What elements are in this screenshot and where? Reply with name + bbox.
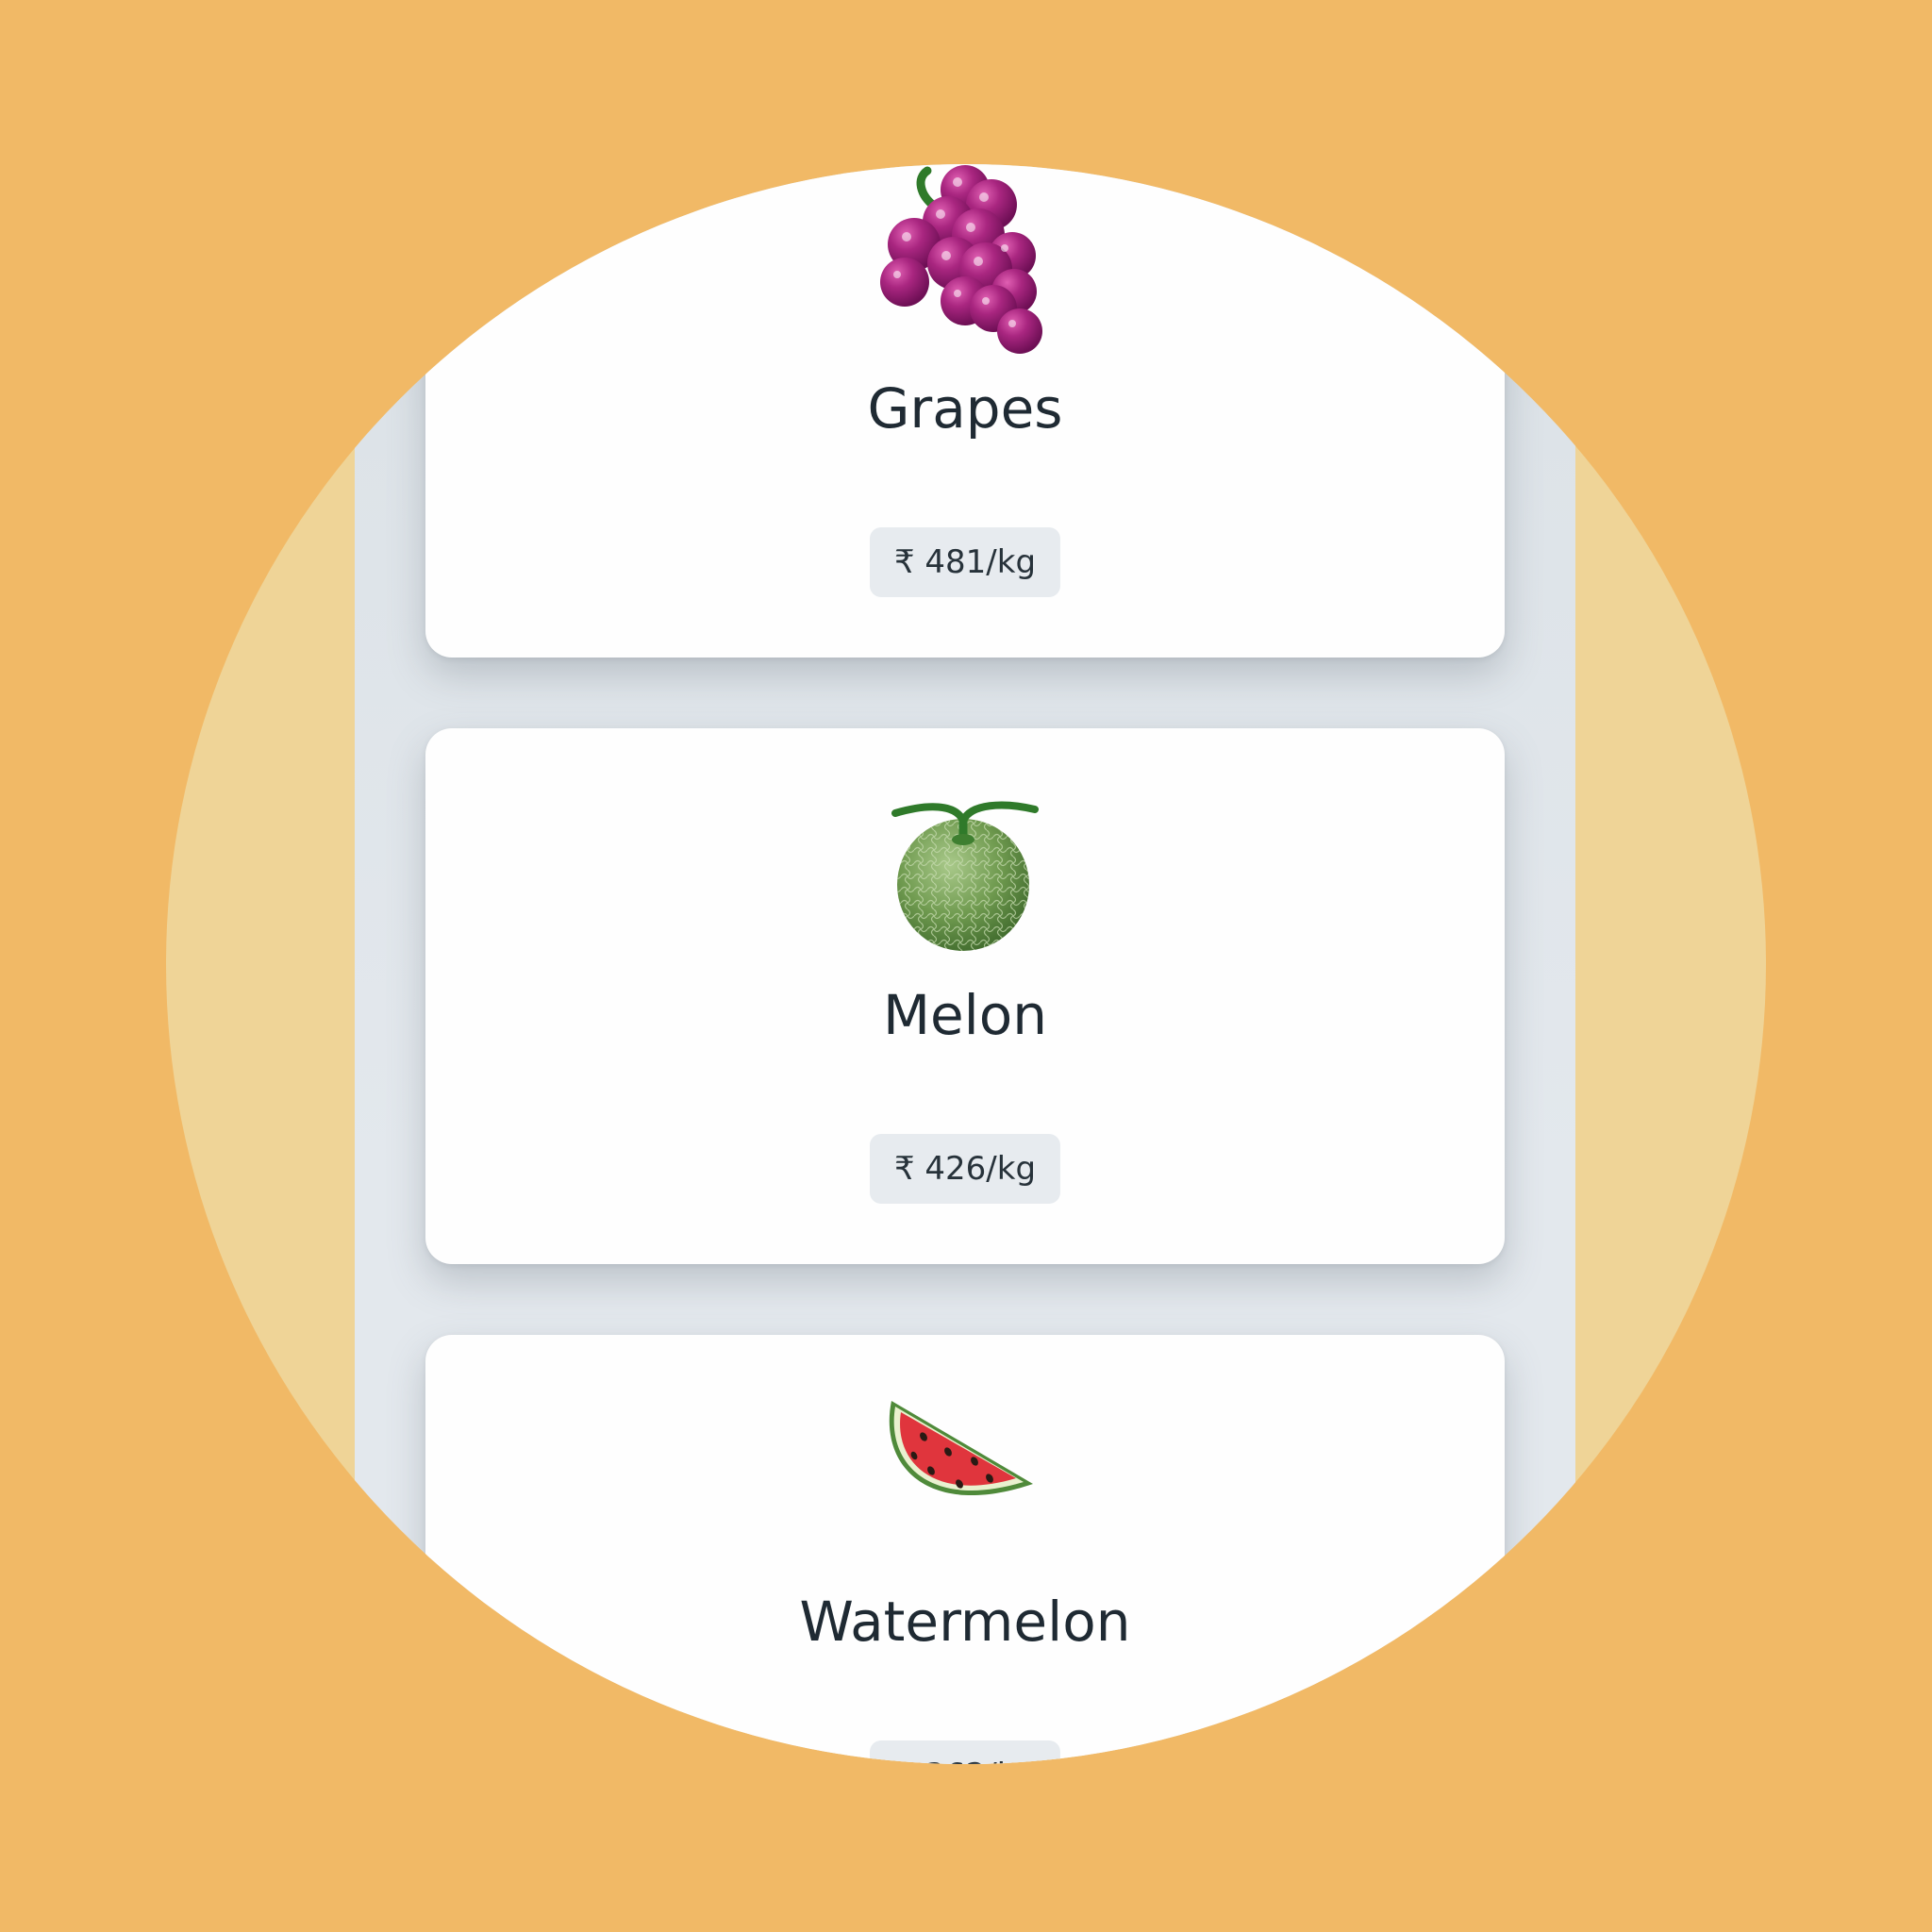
fruit-name: Grapes xyxy=(867,376,1063,441)
edit-button[interactable] xyxy=(425,164,567,216)
delete-button[interactable] xyxy=(1357,164,1505,216)
backspace-delete-icon xyxy=(1413,164,1468,185)
fruit-name: Watermelon xyxy=(799,1590,1131,1654)
price-badge: ₹ 481/kg xyxy=(869,527,1061,597)
fruit-card-watermelon[interactable]: Watermelon ₹ 362/kg xyxy=(425,1335,1505,1764)
melon-icon xyxy=(891,801,1039,951)
watermelon-icon xyxy=(889,1401,1033,1496)
spotlight-circle: Grapes ₹ 481/kg Melon ₹ 426/kg Watermelo… xyxy=(166,164,1766,1764)
price-badge: ₹ 426/kg xyxy=(869,1134,1061,1204)
edit-pencil-icon xyxy=(465,164,506,190)
fruit-card-melon[interactable]: Melon ₹ 426/kg xyxy=(425,728,1505,1264)
price-badge: ₹ 362/kg xyxy=(869,1740,1061,1764)
fruit-card-grapes[interactable]: Grapes ₹ 481/kg xyxy=(425,164,1505,658)
fruit-list-panel: Grapes ₹ 481/kg Melon ₹ 426/kg Watermelo… xyxy=(355,164,1575,1764)
grapes-icon xyxy=(880,165,1042,354)
fruit-name: Melon xyxy=(882,983,1048,1047)
